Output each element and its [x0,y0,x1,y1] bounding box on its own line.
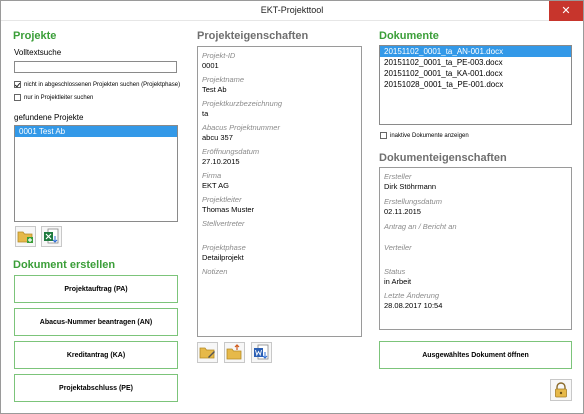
open-document-button[interactable]: Ausgewähltes Dokument öffnen [379,341,572,369]
window-title: EKT-Projekttool [260,5,324,15]
field-label-letzte-aenderung: Letzte Änderung [384,291,440,300]
field-value-projektleiter: Thomas Muster [202,205,255,214]
field-label-projekt-id: Projekt-ID [202,51,236,60]
dokumenteigenschaften-heading: Dokumenteigenschaften [379,152,507,164]
field-value-abacus: abcu 357 [202,133,233,142]
inactive-docs-checkbox-label: inaktive Dokumente anzeigen [390,132,469,139]
new-folder-icon [17,231,33,243]
list-item[interactable]: 20151028_0001_ta_PE-001.docx [380,79,571,90]
search-label: Volltextsuche [14,48,62,57]
search-input[interactable] [14,61,177,73]
close-button[interactable]: ✕ [549,1,583,21]
export-excel-button[interactable] [41,226,62,247]
dokumente-heading: Dokumente [379,30,439,42]
field-label-abacus: Abacus Projektnummer [202,123,280,132]
field-label-erstellungsdatum: Erstellungsdatum [384,197,442,206]
closed-projects-checkbox-label: nicht in abgeschlossenen Projekten suche… [24,81,181,88]
kreditantrag-button[interactable]: Kreditantrag (KA) [14,341,178,369]
field-label-firma: Firma [202,171,222,180]
list-item[interactable]: 0001 Test Ab [15,126,177,137]
found-projects-label: gefundene Projekte [14,113,84,122]
project-leader-checkbox-label: nur in Projektleiter suchen [24,94,94,101]
field-value-kurzbezeichnung: ta [202,109,209,118]
inactive-docs-checkbox[interactable] [380,132,387,139]
excel-export-icon [44,228,59,244]
document-properties-panel: Ersteller Dirk Stöhrmann Erstellungsdatu… [379,167,572,330]
field-label-kurzbezeichnung: Projektkurzbezeichnung [202,99,283,108]
field-value-projekt-id: 0001 [202,61,219,70]
closed-projects-checkbox[interactable] [14,81,21,88]
lock-icon [555,382,567,398]
closed-projects-checkbox-row[interactable]: nicht in abgeschlossenen Projekten suche… [14,81,180,88]
edit-folder-icon [199,347,215,359]
word-document-button[interactable] [251,342,272,363]
list-item[interactable]: 20151102_0001_ta_AN-001.docx [380,46,571,57]
found-projects-list[interactable]: 0001 Test Ab [14,125,178,222]
field-label-projektname: Projektname [202,75,245,84]
field-label-verteiler: Verteiler [384,243,412,252]
field-value-ersteller: Dirk Stöhrmann [384,182,437,191]
list-item[interactable]: 20151102_0001_ta_PE-003.docx [380,57,571,68]
lock-button[interactable] [550,379,572,401]
project-leader-checkbox[interactable] [14,94,21,101]
folder-upload-icon [226,344,242,360]
inactive-docs-checkbox-row[interactable]: inaktive Dokumente anzeigen [380,132,469,139]
projekte-heading: Projekte [13,30,57,42]
dokument-erstellen-heading: Dokument erstellen [13,259,116,271]
field-label-stellvertreter: Stellvertreter [202,219,245,228]
field-value-projektname: Test Ab [202,85,227,94]
field-value-status: in Arbeit [384,277,412,286]
field-value-firma: EKT AG [202,181,229,190]
projekteigenschaften-heading: Projekteigenschaften [197,30,309,42]
field-value-projektphase: Detailprojekt [202,253,244,262]
field-value-erstellungsdatum: 02.11.2015 [384,207,421,216]
projektauftrag-button[interactable]: Projektauftrag (PA) [14,275,178,303]
project-leader-checkbox-row[interactable]: nur in Projektleiter suchen [14,94,93,101]
documents-list[interactable]: 20151102_0001_ta_AN-001.docx 20151102_00… [379,45,572,125]
abacus-number-button[interactable]: Abacus-Nummer beantragen (AN) [14,308,178,336]
edit-project-button[interactable] [197,342,218,363]
title-bar: EKT-Projekttool ✕ [1,1,583,21]
field-label-projektleiter: Projektleiter [202,195,242,204]
field-label-status: Status [384,267,406,276]
project-properties-panel: Projekt-ID 0001 Projektname Test Ab Proj… [197,46,362,337]
word-document-icon [254,344,269,360]
app-window: EKT-Projekttool ✕ Projekte Volltextsuche… [0,0,584,414]
field-label-eroeffnungsdatum: Eröffnungsdatum [202,147,260,156]
field-label-ersteller: Ersteller [384,172,412,181]
field-label-projektphase: Projektphase [202,243,246,252]
projektabschluss-button[interactable]: Projektabschluss (PE) [14,374,178,402]
open-project-folder-button[interactable] [224,342,245,363]
field-label-antrag-an: Antrag an / Bericht an [384,222,457,231]
list-item[interactable]: 20151102_0001_ta_KA-001.docx [380,68,571,79]
new-project-button[interactable] [15,226,36,247]
field-label-notizen: Notizen [202,267,228,276]
field-value-eroeffnungsdatum: 27.10.2015 [202,157,240,166]
field-value-letzte-aenderung: 28.08.2017 10:54 [384,301,443,310]
